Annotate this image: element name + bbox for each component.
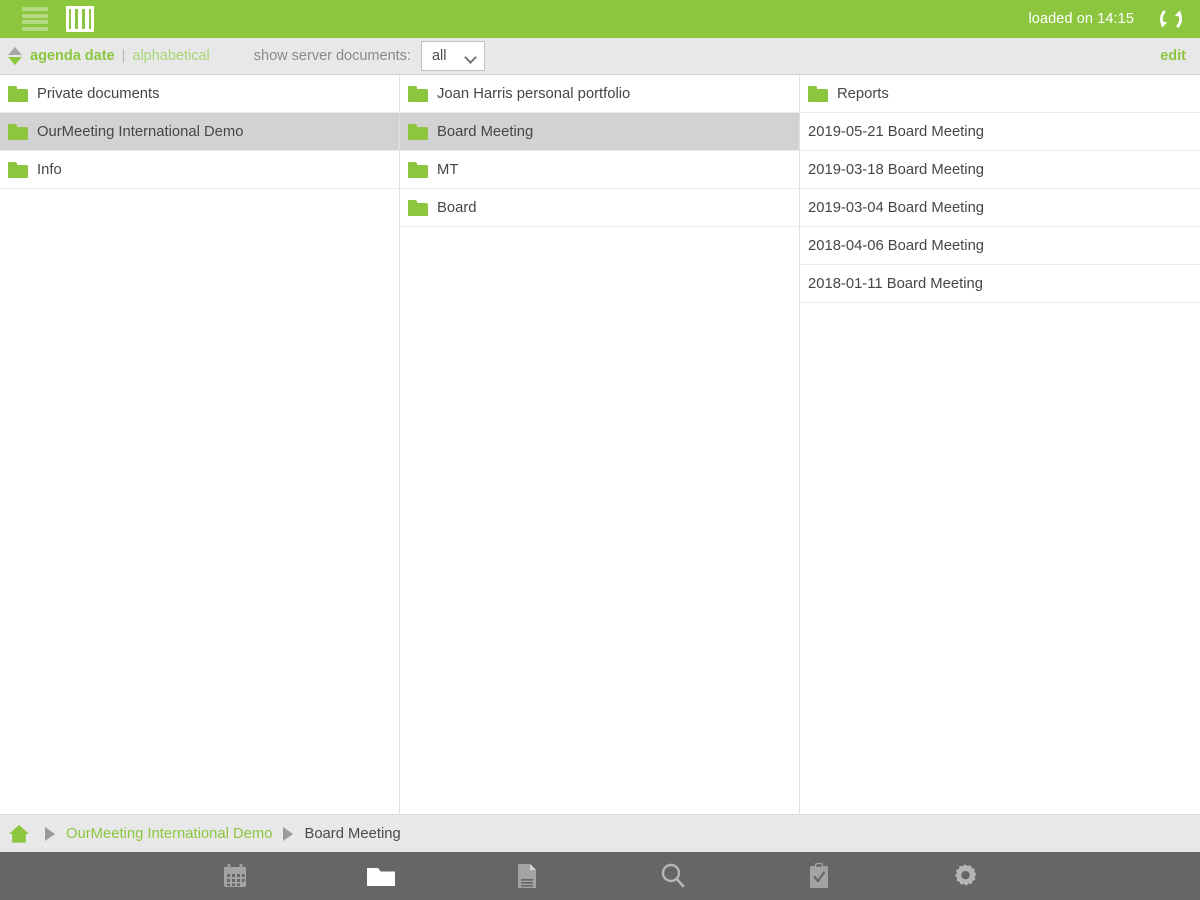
- folder-row[interactable]: MT: [400, 151, 799, 189]
- folder-row-label: Board: [437, 199, 477, 216]
- nav-item-document[interactable]: [454, 852, 600, 900]
- home-icon[interactable]: [8, 824, 30, 844]
- folder-row-label: Private documents: [37, 85, 160, 102]
- columns-browser: Private documents OurMeeting Internationa…: [0, 75, 1200, 814]
- folder-row-label: Board Meeting: [437, 123, 534, 140]
- folder-icon: [408, 85, 428, 102]
- search-icon: [661, 863, 685, 888]
- columns-view-icon[interactable]: [66, 6, 94, 32]
- folder-row-label: OurMeeting International Demo: [37, 123, 244, 140]
- folder-row-label: MT: [437, 161, 459, 178]
- chevron-down-icon: [466, 53, 477, 60]
- folder-icon: [8, 85, 28, 102]
- folder-row-label: Reports: [837, 85, 889, 102]
- bottom-nav-bar: [0, 852, 1200, 900]
- tasks-clipboard-icon: [810, 863, 828, 888]
- folder-row-label: Info: [37, 161, 62, 178]
- server-documents-label: show server documents:: [253, 48, 411, 64]
- document-icon: [518, 864, 536, 888]
- document-row[interactable]: 2018-04-06 Board Meeting: [800, 227, 1200, 265]
- sort-direction-toggle-icon[interactable]: [7, 43, 23, 69]
- loaded-status-text: loaded on 14:15: [1028, 11, 1134, 27]
- document-row-label: 2019-03-04 Board Meeting: [808, 199, 985, 216]
- nav-item-settings[interactable]: [892, 852, 1038, 900]
- folder-icon: [367, 868, 395, 886]
- folder-row-label: Joan Harris personal portfolio: [437, 85, 631, 102]
- folder-icon: [408, 199, 428, 216]
- column-2: Joan Harris personal portfolio Board Meet…: [400, 75, 800, 814]
- folder-row[interactable]: Joan Harris personal portfolio: [400, 75, 799, 113]
- header-left-controls: [0, 6, 94, 32]
- column-1: Private documents OurMeeting Internationa…: [0, 75, 400, 814]
- app-root: loaded on 14:15 agenda date | alphabetic…: [0, 0, 1200, 900]
- document-row-label: 2018-01-11 Board Meeting: [808, 275, 983, 292]
- breadcrumb-item-0[interactable]: OurMeeting International Demo: [66, 826, 272, 842]
- hamburger-icon[interactable]: [22, 7, 48, 31]
- header-right-controls: loaded on 14:15: [1028, 4, 1200, 34]
- folder-row[interactable]: Board: [400, 189, 799, 227]
- filter-sort-bar: agenda date | alphabetical show server d…: [0, 38, 1200, 75]
- server-documents-select[interactable]: all: [420, 41, 485, 71]
- top-header-bar: loaded on 14:15: [0, 0, 1200, 38]
- nav-item-tasks[interactable]: [746, 852, 892, 900]
- nav-item-documents-folder[interactable]: [308, 852, 454, 900]
- document-row[interactable]: 2019-03-04 Board Meeting: [800, 189, 1200, 227]
- folder-icon: [808, 85, 828, 102]
- folder-row[interactable]: Board Meeting: [400, 113, 799, 151]
- folder-row[interactable]: OurMeeting International Demo: [0, 113, 399, 151]
- sort-separator: |: [121, 48, 126, 64]
- breadcrumb-arrow-icon: [283, 826, 294, 841]
- breadcrumb-item-1[interactable]: Board Meeting: [304, 826, 400, 842]
- folder-row[interactable]: Info: [0, 151, 399, 189]
- document-row-label: 2018-04-06 Board Meeting: [808, 237, 985, 254]
- folder-icon: [8, 161, 28, 178]
- refresh-icon[interactable]: [1156, 4, 1186, 34]
- folder-icon: [8, 123, 28, 140]
- folder-row[interactable]: Reports: [800, 75, 1200, 113]
- server-documents-selected-value: all: [431, 48, 447, 64]
- breadcrumb-arrow-icon: [45, 826, 55, 841]
- edit-button[interactable]: edit: [1160, 48, 1186, 64]
- breadcrumb: OurMeeting International Demo Board Meet…: [0, 814, 1200, 852]
- column-3: Reports 2019-05-21 Board Meeting 2019-03-1…: [800, 75, 1200, 814]
- gear-icon: [954, 864, 977, 886]
- nav-item-search[interactable]: [600, 852, 746, 900]
- sort-by-alphabetical[interactable]: alphabetical: [132, 48, 209, 64]
- document-row[interactable]: 2019-05-21 Board Meeting: [800, 113, 1200, 151]
- arrow-up-icon: [8, 47, 22, 55]
- document-row-label: 2019-03-18 Board Meeting: [808, 161, 985, 178]
- document-row[interactable]: 2019-03-18 Board Meeting: [800, 151, 1200, 189]
- calendar-icon: [224, 864, 246, 887]
- arrow-down-icon: [8, 57, 22, 65]
- document-row[interactable]: 2018-01-11 Board Meeting: [800, 265, 1200, 303]
- folder-icon: [408, 123, 428, 140]
- sort-by-agenda-date[interactable]: agenda date: [30, 48, 115, 64]
- folder-row[interactable]: Private documents: [0, 75, 399, 113]
- document-row-label: 2019-05-21 Board Meeting: [808, 123, 985, 140]
- nav-item-calendar[interactable]: [162, 852, 308, 900]
- folder-icon: [408, 161, 428, 178]
